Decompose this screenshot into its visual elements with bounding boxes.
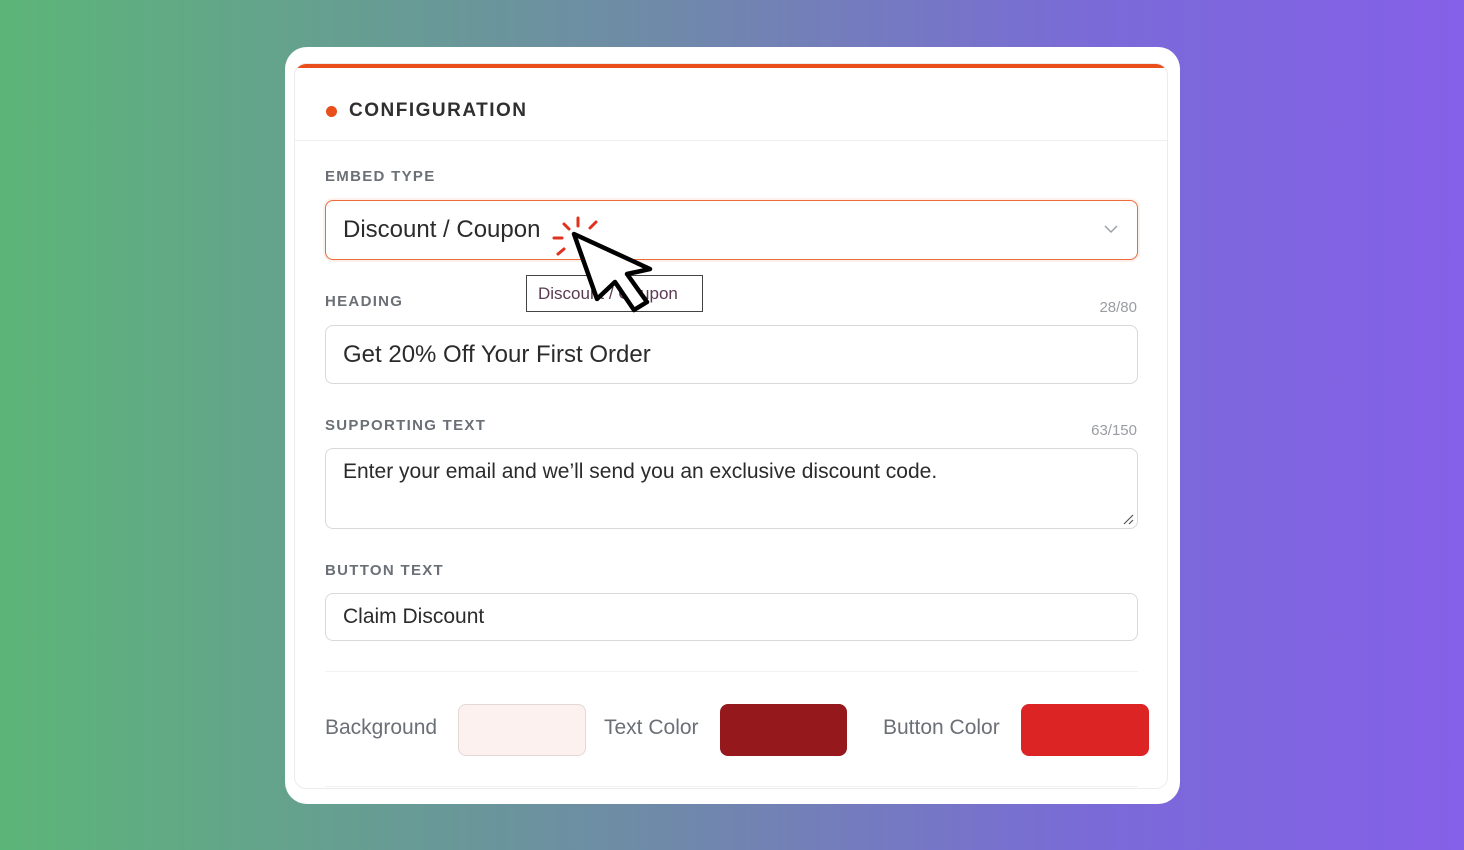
- heading-input[interactable]: Get 20% Off Your First Order: [325, 325, 1138, 384]
- section-divider: [325, 671, 1138, 672]
- button-text-label: BUTTON TEXT: [325, 562, 445, 579]
- heading-label: HEADING: [325, 293, 404, 310]
- background-color-swatch[interactable]: [458, 704, 586, 756]
- text-color-swatch[interactable]: [720, 704, 847, 756]
- card-title: CONFIGURATION: [349, 100, 528, 121]
- configuration-card: CONFIGURATION EMBED TYPE Discount / Coup…: [294, 63, 1168, 789]
- embed-type-label: EMBED TYPE: [325, 168, 436, 185]
- button-text-value: Claim Discount: [343, 605, 485, 628]
- embed-type-value: Discount / Coupon: [343, 216, 541, 243]
- chevron-down-icon: [1104, 225, 1118, 233]
- text-color-label: Text Color: [604, 716, 699, 739]
- button-text-input[interactable]: Claim Discount: [325, 593, 1138, 641]
- supporting-text-value: Enter your email and we’ll send you an e…: [343, 460, 938, 483]
- card-header: CONFIGURATION: [295, 68, 1167, 141]
- supporting-text-textarea[interactable]: Enter your email and we’ll send you an e…: [325, 448, 1138, 529]
- embed-type-select[interactable]: Discount / Coupon: [325, 200, 1138, 260]
- background-color-label: Background: [325, 716, 438, 739]
- supporting-text-char-counter: 63/150: [1091, 422, 1137, 439]
- status-dot-icon: [326, 106, 337, 117]
- configuration-panel: CONFIGURATION EMBED TYPE Discount / Coup…: [285, 47, 1180, 804]
- heading-value: Get 20% Off Your First Order: [343, 340, 651, 368]
- bottom-divider: [325, 786, 1138, 787]
- resize-handle-icon[interactable]: [1122, 513, 1134, 525]
- button-color-swatch[interactable]: [1021, 704, 1149, 756]
- supporting-text-label: SUPPORTING TEXT: [325, 417, 487, 434]
- button-color-label: Button Color: [883, 716, 1000, 739]
- mouse-pointer-icon: [552, 216, 653, 313]
- heading-char-counter: 28/80: [1099, 299, 1137, 316]
